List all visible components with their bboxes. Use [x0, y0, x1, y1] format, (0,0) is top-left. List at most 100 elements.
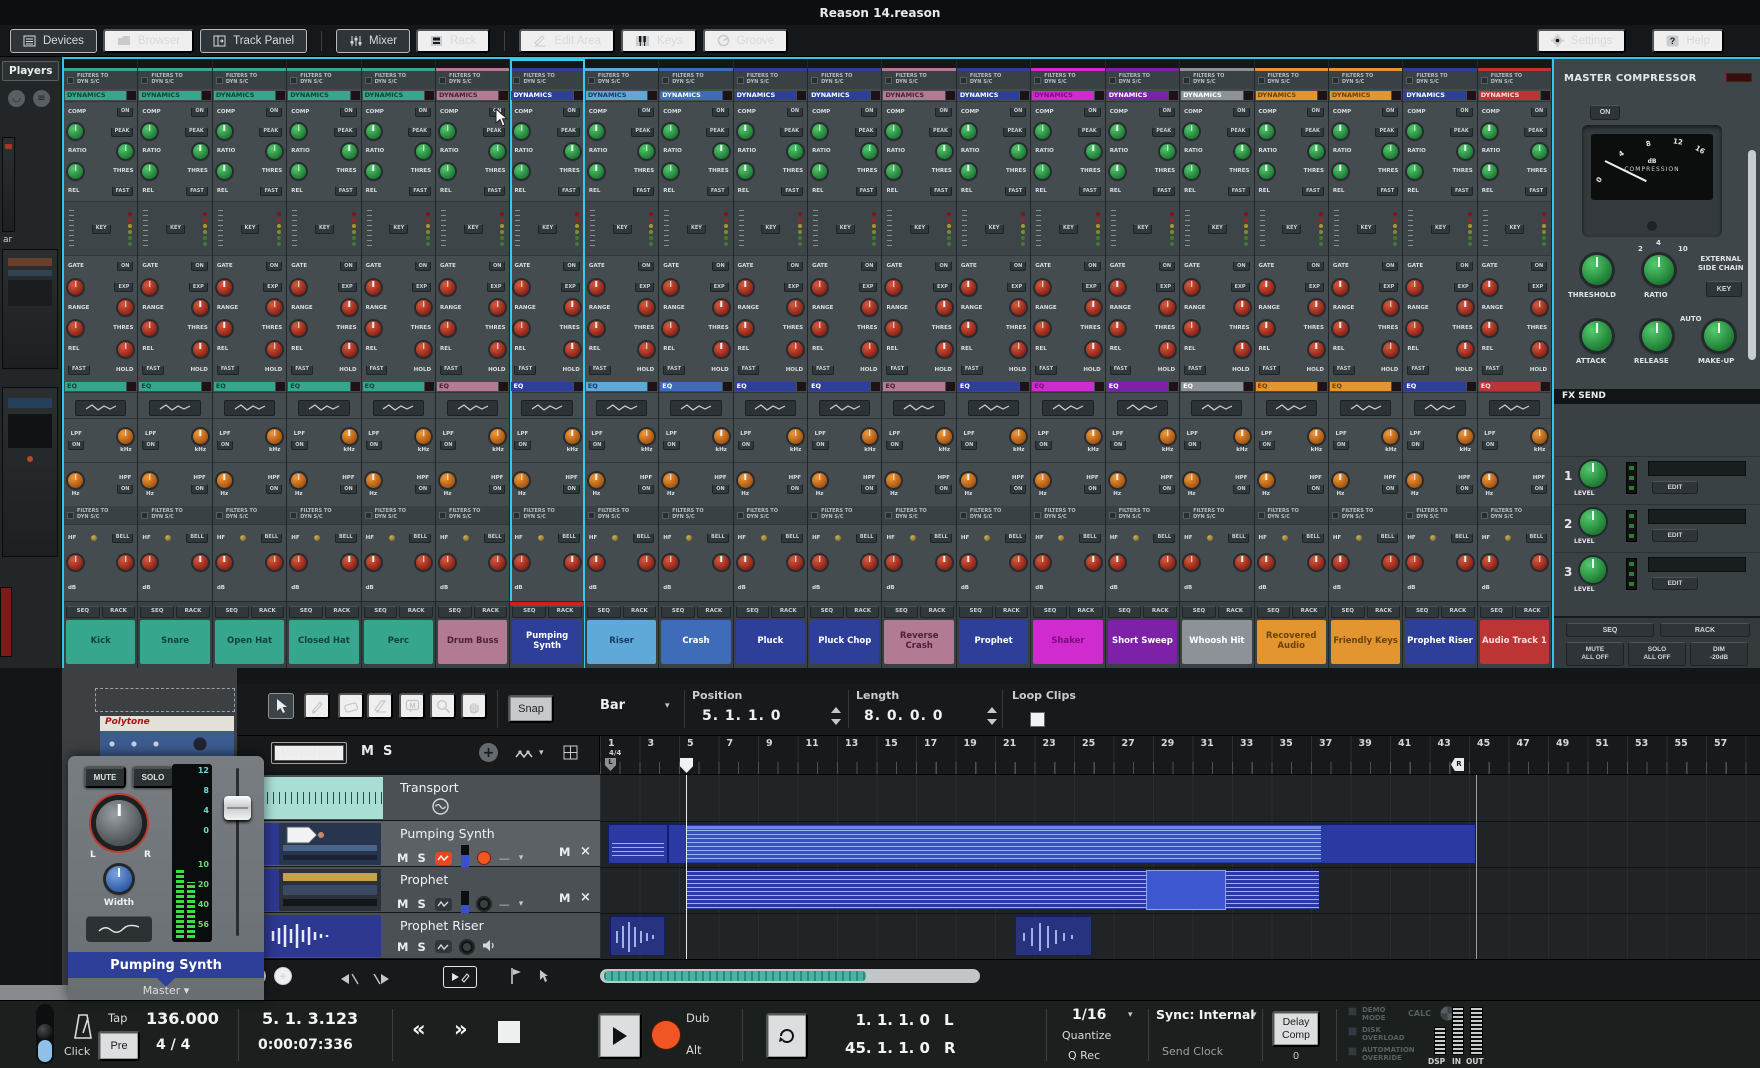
- channel-name[interactable]: Snare: [140, 620, 209, 665]
- insert-pointer-icon[interactable]: [537, 969, 553, 988]
- comp-threshold-knob[interactable]: [366, 164, 381, 179]
- eq-curve-button[interactable]: [75, 400, 126, 416]
- eq-hf-bell-button[interactable]: BELL: [558, 533, 580, 543]
- filters-to-dyn-checkbox[interactable]: [141, 77, 148, 84]
- filters-to-dyn-sc-toggle[interactable]: FILTERS TODYN S/C: [138, 71, 211, 89]
- gate-exp-button[interactable]: EXP: [114, 282, 133, 292]
- comp-threshold-knob[interactable]: [1407, 164, 1422, 179]
- eq-curve-button[interactable]: [819, 400, 870, 416]
- gate-range-knob[interactable]: [514, 280, 529, 295]
- strip-eq-curve-button[interactable]: [86, 916, 152, 942]
- dyn-key-button[interactable]: KEY: [166, 224, 185, 234]
- comp-on-button[interactable]: ON: [1531, 107, 1547, 117]
- width-knob[interactable]: [106, 866, 132, 892]
- eq-hf-bell-button[interactable]: BELL: [781, 533, 803, 543]
- gate-rel-knob[interactable]: [961, 321, 976, 336]
- toolbar-devices-button[interactable]: Devices: [10, 29, 97, 53]
- mute-tool-button[interactable]: M: [399, 693, 425, 719]
- eq-curve-button[interactable]: [1489, 400, 1540, 416]
- eq-hf-bell-button[interactable]: BELL: [335, 533, 357, 543]
- gate-fast-button[interactable]: FAST: [1184, 365, 1206, 375]
- channel-name[interactable]: Kick: [66, 620, 135, 665]
- channel-name[interactable]: Drum Buss: [438, 620, 507, 665]
- channel-seq-button[interactable]: SEQ: [587, 606, 621, 618]
- gate-range-knob[interactable]: [886, 280, 901, 295]
- channel-rack-button[interactable]: RACK: [1218, 606, 1252, 618]
- gate-exp-button[interactable]: EXP: [933, 282, 952, 292]
- close-icon[interactable]: ×: [580, 890, 591, 905]
- lpf-on-button[interactable]: ON: [1407, 440, 1423, 450]
- gate-hold-knob[interactable]: [267, 342, 282, 357]
- channel-rack-button[interactable]: RACK: [697, 606, 731, 618]
- gate-rel-knob[interactable]: [366, 321, 381, 336]
- time-signature-value[interactable]: 4 / 4: [156, 1037, 190, 1053]
- lpf-freq-knob[interactable]: [416, 429, 431, 444]
- gate-rel-knob[interactable]: [1482, 321, 1497, 336]
- eq-hf-freq-knob[interactable]: [1160, 555, 1175, 570]
- comp-fast-button[interactable]: FAST: [930, 186, 952, 196]
- lpf-on-button[interactable]: ON: [1259, 440, 1275, 450]
- song-position-bars[interactable]: 5. 1. 3.123: [262, 1009, 358, 1028]
- comp-input-knob[interactable]: [1184, 124, 1199, 139]
- track-device-thumbnail[interactable]: [279, 823, 381, 865]
- gate-rel-knob[interactable]: [68, 321, 83, 336]
- mixer-channel-strip[interactable]: FILTERS TODYN S/CDYNAMICSCOMPONPEAKRATIO…: [808, 59, 882, 668]
- filters-to-dyn-checkbox[interactable]: [1258, 512, 1265, 519]
- eq-curve-button[interactable]: [298, 400, 349, 416]
- clip-pumping-synth-intro[interactable]: [608, 824, 668, 864]
- toolbar-rack-button[interactable]: Rack: [416, 29, 490, 53]
- gate-fast-button[interactable]: FAST: [1259, 365, 1281, 375]
- dyn-key-button[interactable]: KEY: [761, 224, 780, 234]
- comp-on-button[interactable]: ON: [1159, 107, 1175, 117]
- filters-to-dyn-checkbox[interactable]: [1332, 77, 1339, 84]
- automation-icon[interactable]: [515, 746, 534, 765]
- delay-comp-button[interactable]: DelayComp: [1272, 1011, 1320, 1047]
- channel-name[interactable]: Prophet Riser: [1405, 620, 1474, 665]
- comp-threshold-knob[interactable]: [514, 164, 529, 179]
- eq-hf-freq-knob[interactable]: [714, 555, 729, 570]
- gate-threshold-knob[interactable]: [565, 300, 580, 315]
- gate-fast-button[interactable]: FAST: [738, 365, 760, 375]
- dyn-key-button[interactable]: KEY: [1208, 224, 1227, 234]
- hpf-freq-knob[interactable]: [886, 473, 901, 488]
- eq-hf-bell-button[interactable]: BELL: [112, 533, 134, 543]
- channel-rack-button[interactable]: RACK: [102, 606, 136, 618]
- lpf-freq-knob[interactable]: [193, 429, 208, 444]
- hpf-freq-knob[interactable]: [217, 473, 232, 488]
- lpf-on-button[interactable]: ON: [738, 440, 754, 450]
- comp-ratio-knob[interactable]: [1235, 144, 1250, 159]
- filters-to-dyn-sc-toggle[interactable]: FILTERS TODYN S/C: [1403, 71, 1476, 89]
- channel-rack-button[interactable]: RACK: [325, 606, 359, 618]
- dyn-key-button[interactable]: KEY: [1505, 224, 1524, 234]
- eq-curve-button[interactable]: [596, 400, 647, 416]
- channel-seq-button[interactable]: SEQ: [215, 606, 249, 618]
- comp-peak-button[interactable]: PEAK: [1152, 127, 1175, 137]
- gate-exp-button[interactable]: EXP: [487, 282, 506, 292]
- gate-on-button[interactable]: ON: [1010, 261, 1026, 271]
- gate-threshold-knob[interactable]: [788, 300, 803, 315]
- gate-fast-button[interactable]: FAST: [514, 365, 536, 375]
- comp-on-button[interactable]: ON: [1382, 107, 1398, 117]
- gate-exp-button[interactable]: EXP: [338, 282, 357, 292]
- lpf-on-button[interactable]: ON: [1184, 440, 1200, 450]
- comp-on-button[interactable]: ON: [861, 107, 877, 117]
- filters-to-dyn-checkbox[interactable]: [811, 77, 818, 84]
- gate-threshold-knob[interactable]: [193, 300, 208, 315]
- comp-fast-button[interactable]: FAST: [112, 186, 134, 196]
- track-row-prophet-riser[interactable]: Prophet Riser M S: [237, 913, 600, 959]
- zoom-in-button[interactable]: +: [274, 967, 292, 985]
- gate-exp-button[interactable]: EXP: [710, 282, 729, 292]
- pencil-tool-button[interactable]: [304, 693, 330, 719]
- clip-pumping-synth-main[interactable]: [668, 824, 1476, 864]
- hpf-freq-knob[interactable]: [738, 473, 753, 488]
- gate-fast-button[interactable]: FAST: [440, 365, 462, 375]
- eq-hf-freq-knob[interactable]: [342, 555, 357, 570]
- eq-hf-gain-knob[interactable]: [291, 555, 306, 570]
- gate-threshold-knob[interactable]: [490, 300, 505, 315]
- q-rec-label[interactable]: Q Rec: [1068, 1049, 1100, 1062]
- gate-fast-button[interactable]: FAST: [217, 365, 239, 375]
- dyn-key-button[interactable]: KEY: [613, 224, 632, 234]
- comp-threshold-knob[interactable]: [663, 164, 678, 179]
- gate-fast-button[interactable]: FAST: [1407, 365, 1429, 375]
- mixer-channel-strip[interactable]: FILTERS TODYN S/CDYNAMICSCOMPONPEAKRATIO…: [1031, 59, 1105, 668]
